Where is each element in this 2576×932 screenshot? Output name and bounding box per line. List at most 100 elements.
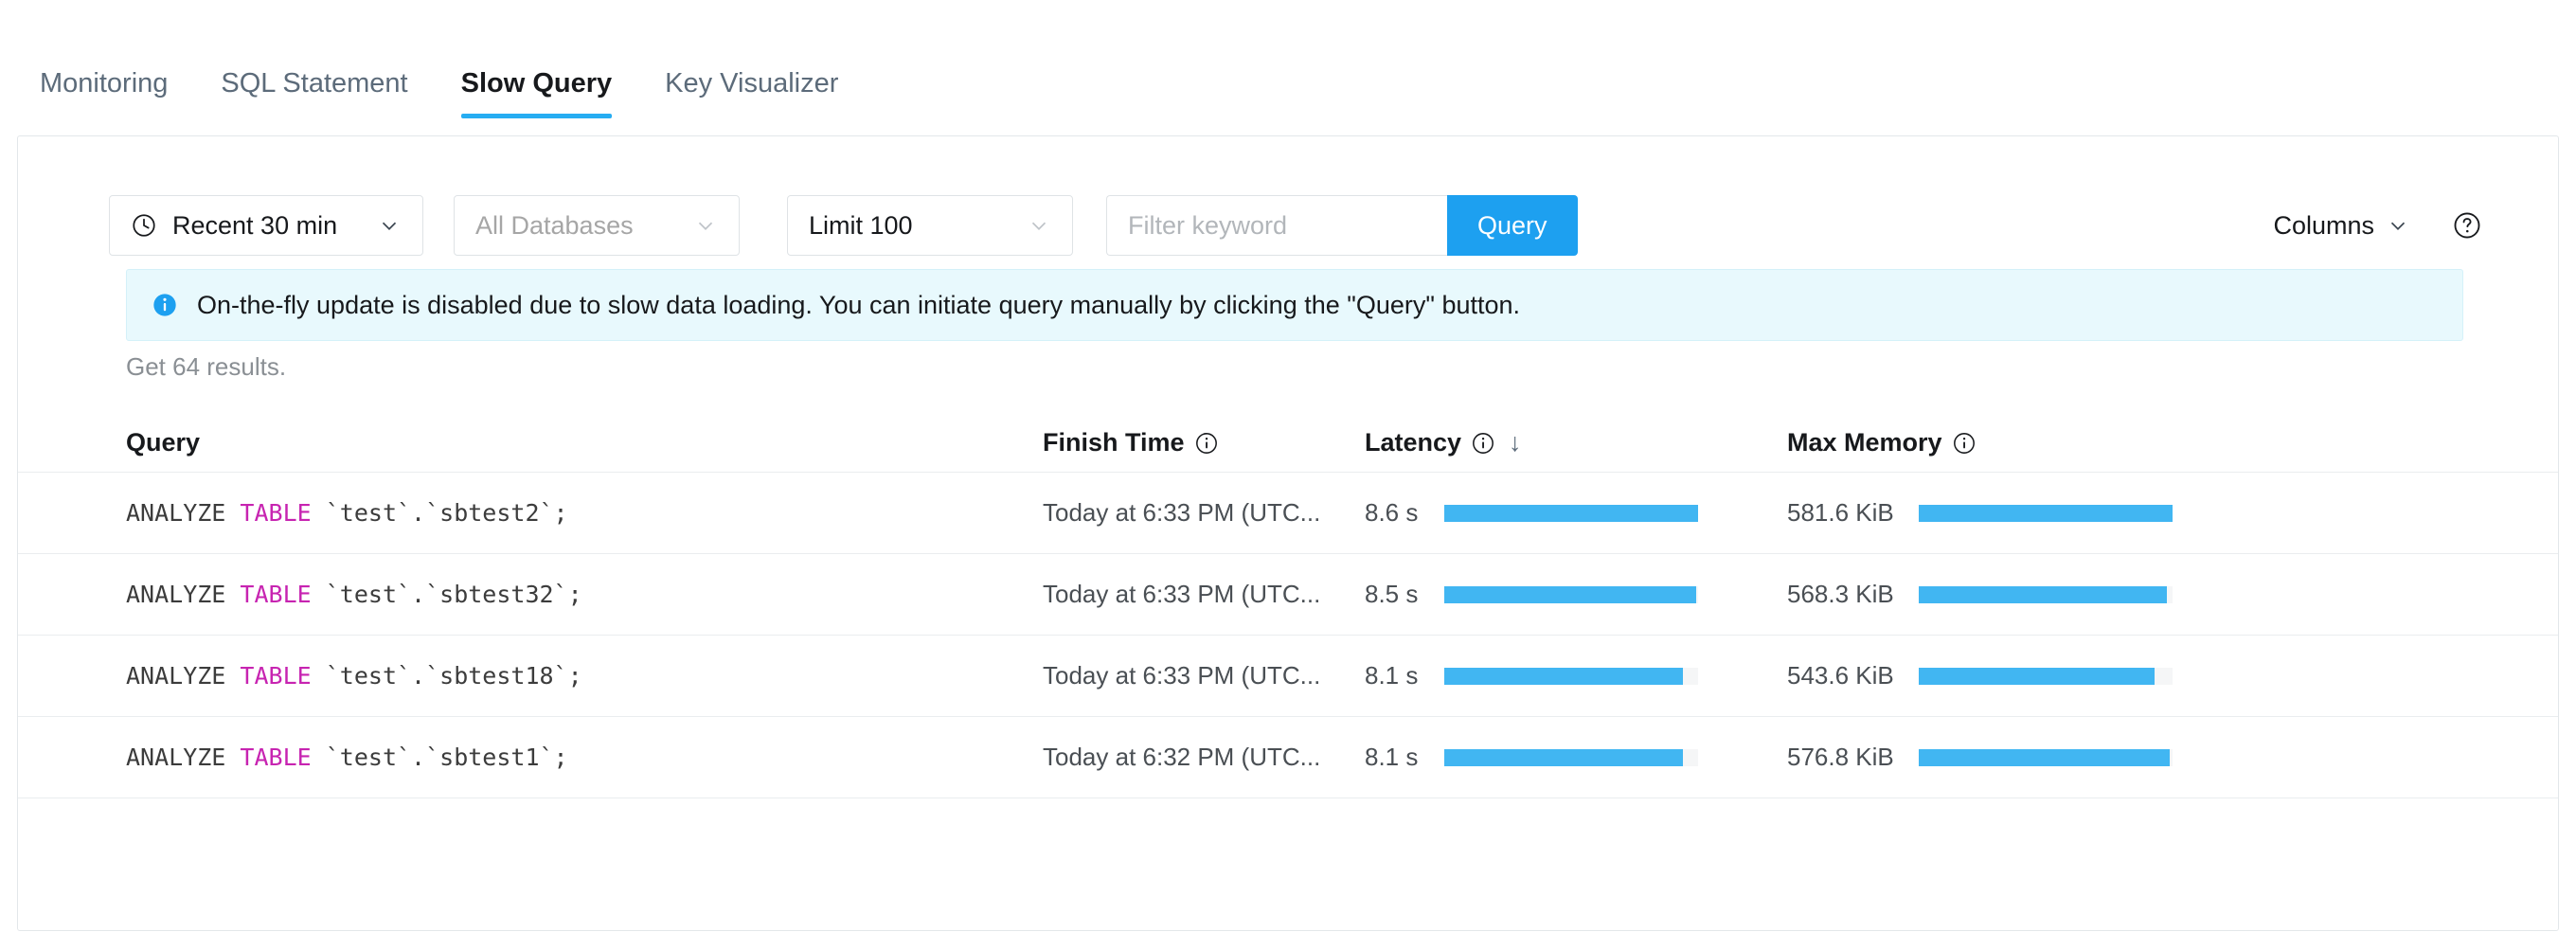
tab-key-visualizer-label: Key Visualizer (665, 68, 839, 99)
info-icon[interactable] (1194, 431, 1219, 456)
tab-key-visualizer[interactable]: Key Visualizer (638, 70, 865, 118)
finish-time-value: Today at 6:33 PM (UTC... (1043, 580, 1321, 608)
cell-finish-time: Today at 6:33 PM (UTC... (1043, 661, 1365, 690)
columns-button[interactable]: Columns (2273, 211, 2410, 241)
toolbar-right-group: Columns (2273, 210, 2558, 241)
sql-text: ANALYZE TABLE `test`.`sbtest1`; (126, 744, 568, 771)
tab-monitoring-label: Monitoring (40, 68, 169, 99)
question-circle-icon[interactable] (2452, 210, 2482, 241)
chevron-down-icon (382, 222, 397, 231)
sql-token-pre: ANALYZE (126, 581, 241, 608)
columns-button-label: Columns (2273, 210, 2374, 240)
database-select[interactable]: All Databases (454, 195, 740, 256)
info-banner-text: On-the-fly update is disabled due to slo… (197, 290, 1521, 319)
latency-bar-fill (1444, 504, 1699, 522)
cell-query: ANALYZE TABLE `test`.`sbtest18`; (126, 662, 1043, 690)
latency-bar-track (1444, 748, 1699, 766)
tab-slow-query[interactable]: Slow Query (435, 70, 639, 118)
banner-wrapper: On-the-fly update is disabled due to slo… (18, 269, 2558, 341)
cell-max-memory: 576.8 KiB (1787, 743, 2223, 772)
latency-bar-track (1444, 504, 1699, 522)
tab-slow-query-label: Slow Query (460, 68, 613, 99)
column-header-query[interactable]: Query (126, 428, 1043, 457)
column-header-finish-time-label: Finish Time (1043, 428, 1185, 457)
slow-query-table: Query Finish Time Latency ↓ Max Memory A… (18, 414, 2558, 798)
cell-finish-time: Today at 6:33 PM (UTC... (1043, 498, 1365, 528)
sql-text: ANALYZE TABLE `test`.`sbtest18`; (126, 662, 582, 690)
table-row[interactable]: ANALYZE TABLE `test`.`sbtest18`; Today a… (18, 636, 2558, 717)
latency-value: 8.6 s (1365, 498, 1419, 527)
cell-latency: 8.6 s (1365, 498, 1787, 528)
chevron-down-icon (2390, 222, 2406, 231)
cell-max-memory: 581.6 KiB (1787, 498, 2223, 528)
cell-finish-time: Today at 6:33 PM (UTC... (1043, 580, 1365, 609)
sql-text: ANALYZE TABLE `test`.`sbtest32`; (126, 581, 582, 608)
memory-bar-track (1918, 504, 2173, 522)
cell-latency: 8.5 s (1365, 580, 1787, 609)
latency-bar-fill (1444, 748, 1684, 766)
table-row[interactable]: ANALYZE TABLE `test`.`sbtest1`; Today at… (18, 717, 2558, 798)
memory-bar-track (1918, 667, 2173, 685)
max-memory-value: 568.3 KiB (1787, 580, 1894, 608)
query-button[interactable]: Query (1447, 195, 1578, 256)
column-header-query-label: Query (126, 428, 201, 457)
results-count: Get 64 results. (126, 352, 287, 381)
table-row[interactable]: ANALYZE TABLE `test`.`sbtest32`; Today a… (18, 554, 2558, 636)
column-header-max-memory-label: Max Memory (1787, 428, 1942, 457)
filter-toolbar: Recent 30 min All Databases Limit 100 Qu… (18, 136, 2558, 269)
max-memory-value: 576.8 KiB (1787, 743, 1894, 771)
filter-keyword-input[interactable] (1106, 195, 1447, 256)
slow-query-panel: Recent 30 min All Databases Limit 100 Qu… (17, 135, 2559, 931)
finish-time-value: Today at 6:33 PM (UTC... (1043, 661, 1321, 690)
max-memory-value: 581.6 KiB (1787, 498, 1894, 527)
sql-token-pre: ANALYZE (126, 662, 241, 690)
latency-bar-track (1444, 667, 1699, 685)
sql-token-keyword: TABLE (240, 581, 312, 608)
database-value: All Databases (475, 210, 634, 240)
sql-token-keyword: TABLE (240, 662, 312, 690)
latency-value: 8.1 s (1365, 661, 1419, 690)
cell-max-memory: 543.6 KiB (1787, 661, 2223, 690)
tab-sql-statement[interactable]: SQL Statement (194, 70, 434, 118)
column-header-latency-label: Latency (1365, 428, 1462, 457)
sql-token-rest: `test`.`sbtest1`; (311, 744, 568, 771)
cell-latency: 8.1 s (1365, 743, 1787, 772)
cell-query: ANALYZE TABLE `test`.`sbtest2`; (126, 499, 1043, 527)
memory-bar-fill (1918, 585, 2168, 603)
limit-value: Limit 100 (809, 210, 913, 240)
memory-bar-fill (1918, 667, 2155, 685)
info-icon[interactable] (1952, 431, 1977, 456)
time-range-select[interactable]: Recent 30 min (109, 195, 423, 256)
cell-query: ANALYZE TABLE `test`.`sbtest1`; (126, 744, 1043, 771)
info-icon[interactable] (1471, 431, 1495, 456)
sql-token-rest: `test`.`sbtest2`; (311, 499, 568, 527)
column-header-max-memory[interactable]: Max Memory (1787, 428, 2223, 457)
column-header-finish-time[interactable]: Finish Time (1043, 428, 1365, 457)
finish-time-value: Today at 6:32 PM (UTC... (1043, 743, 1321, 771)
table-row[interactable]: ANALYZE TABLE `test`.`sbtest2`; Today at… (18, 473, 2558, 554)
sort-descending-icon[interactable]: ↓ (1509, 428, 1522, 457)
latency-value: 8.5 s (1365, 580, 1419, 608)
chevron-down-icon (698, 222, 713, 231)
time-range-value: Recent 30 min (172, 210, 338, 240)
column-header-latency[interactable]: Latency ↓ (1365, 428, 1787, 457)
cell-max-memory: 568.3 KiB (1787, 580, 2223, 609)
memory-bar-fill (1918, 504, 2173, 522)
tab-monitoring[interactable]: Monitoring (13, 70, 194, 118)
tab-sql-statement-label: SQL Statement (221, 68, 408, 99)
sql-token-keyword: TABLE (240, 744, 312, 771)
cell-finish-time: Today at 6:32 PM (UTC... (1043, 743, 1365, 772)
cell-query: ANALYZE TABLE `test`.`sbtest32`; (126, 581, 1043, 608)
clock-icon (133, 214, 155, 237)
memory-bar-track (1918, 748, 2173, 766)
sql-token-rest: `test`.`sbtest18`; (311, 662, 582, 690)
search-group: Query (1106, 195, 1578, 256)
cell-latency: 8.1 s (1365, 661, 1787, 690)
finish-time-value: Today at 6:33 PM (UTC... (1043, 498, 1321, 527)
limit-select[interactable]: Limit 100 (787, 195, 1073, 256)
sql-token-pre: ANALYZE (126, 744, 241, 771)
memory-bar-fill (1918, 748, 2171, 766)
latency-bar-fill (1444, 667, 1684, 685)
latency-bar-fill (1444, 585, 1696, 603)
chevron-down-icon (1031, 222, 1046, 231)
